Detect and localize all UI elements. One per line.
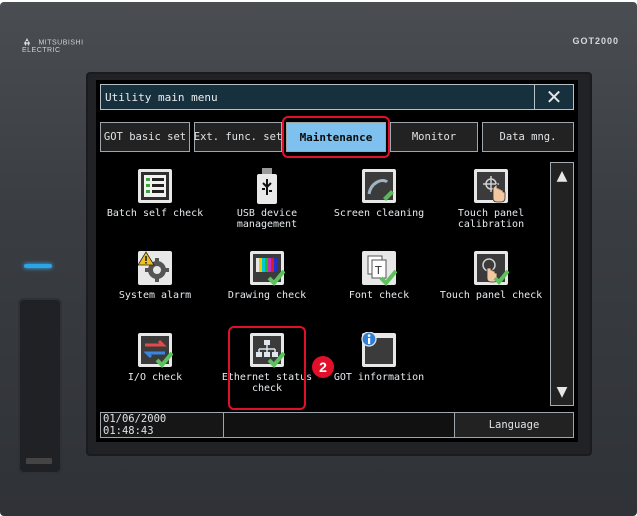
vertical-scrollbar[interactable]: ▲ ▼ — [550, 162, 574, 406]
item-touch-panel-calibration[interactable]: Touch panel calibration — [436, 168, 546, 230]
power-led — [24, 264, 52, 268]
io-check-icon — [137, 332, 174, 368]
system-alarm-icon — [137, 250, 173, 286]
drawing-check-icon — [249, 250, 286, 286]
item-label: Touch panel calibration — [457, 208, 525, 230]
batch-self-check-icon — [137, 168, 173, 204]
close-icon: ✕ — [545, 85, 563, 109]
item-got-information[interactable]: GOT information — [324, 331, 434, 383]
item-batch-self-check[interactable]: Batch self check — [100, 168, 210, 219]
datetime-display: 01/06/2000 01:48:43 — [103, 413, 224, 437]
screen-cleaning-icon — [361, 168, 397, 204]
item-font-check[interactable]: T Font check — [324, 250, 434, 301]
tab-monitor[interactable]: Monitor — [390, 122, 478, 152]
item-label: Drawing check — [227, 290, 307, 301]
item-label: GOT information — [333, 372, 425, 383]
triangle-up-icon: ▲ — [556, 168, 568, 184]
tab-data-mng[interactable]: Data mng. — [482, 122, 574, 152]
item-touch-panel-check[interactable]: Touch panel check — [436, 250, 546, 301]
triangle-down-icon: ▼ — [556, 384, 568, 400]
item-screen-cleaning[interactable]: Screen cleaning — [324, 168, 434, 219]
status-bar: 01/06/2000 01:48:43 Language — [100, 412, 574, 438]
item-usb-device-management[interactable]: USB device management — [212, 168, 322, 230]
item-drawing-check[interactable]: Drawing check — [212, 250, 322, 301]
item-label: USB device management — [236, 208, 298, 230]
brand-logo-left: MITSUBISHI ELECTRIC — [22, 38, 92, 54]
font-check-icon: T — [361, 250, 398, 286]
got-information-icon — [361, 331, 397, 368]
close-button[interactable]: ✕ — [534, 85, 573, 109]
touch-calibration-icon — [473, 168, 509, 204]
item-highlight-box — [228, 326, 306, 410]
item-label: I/O check — [127, 372, 183, 383]
item-label: Font check — [348, 290, 410, 301]
usb-device-icon — [249, 168, 285, 204]
item-label: Touch panel check — [439, 290, 543, 301]
language-button[interactable]: Language — [454, 413, 573, 437]
utility-item-grid: Batch self check USB device management S… — [100, 158, 550, 410]
step-badge: 2 — [312, 356, 334, 378]
touch-panel-check-icon — [473, 250, 510, 286]
item-label: Batch self check — [106, 208, 204, 219]
scroll-up-button[interactable]: ▲ — [552, 164, 572, 188]
tab-highlight-box — [282, 116, 390, 158]
item-system-alarm[interactable]: System alarm — [100, 250, 210, 301]
tab-bar: GOT basic set Ext. func. set Maintenance… — [100, 116, 574, 158]
item-label: System alarm — [118, 290, 192, 301]
window-title: Utility main menu — [105, 91, 218, 104]
window-titlebar: Utility main menu ✕ — [100, 84, 574, 110]
tab-got-basic-set[interactable]: GOT basic set — [100, 122, 190, 152]
item-label: Screen cleaning — [333, 208, 425, 219]
touch-screen: Utility main menu ✕ GOT basic set Ext. f… — [96, 80, 578, 442]
usb-slot — [26, 458, 52, 464]
mitsubishi-logo-icon — [24, 38, 30, 46]
brand-logo-right: GOT2000 — [572, 36, 619, 46]
item-io-check[interactable]: I/O check — [100, 332, 210, 383]
usb-cover[interactable] — [18, 298, 62, 474]
svg-text:T: T — [374, 264, 382, 277]
tab-ext-func-set[interactable]: Ext. func. set — [194, 122, 282, 152]
scroll-down-button[interactable]: ▼ — [552, 380, 572, 404]
